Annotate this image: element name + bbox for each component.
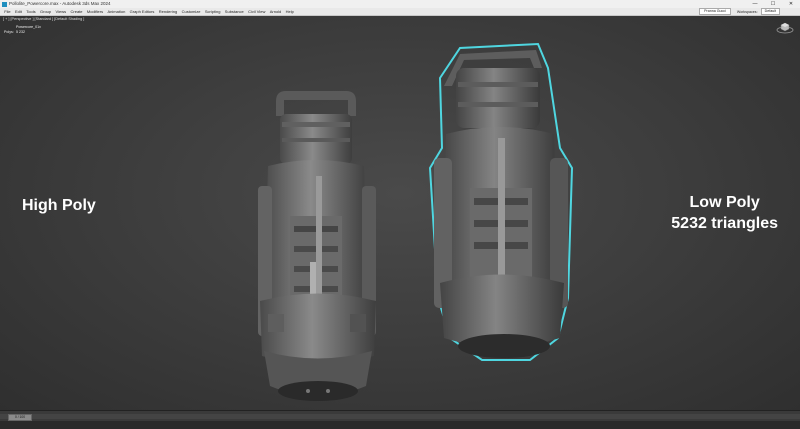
- window-title: Pollolite_Powercore.max - Autodesk 3ds M…: [9, 1, 111, 6]
- menu-item-edit[interactable]: Edit: [13, 8, 24, 15]
- workspaces-label: Workspaces:: [736, 9, 758, 14]
- menu-item-views[interactable]: Views: [53, 8, 68, 15]
- menu-item-rendering[interactable]: Rendering: [157, 8, 180, 15]
- menu-item-group[interactable]: Group: [38, 8, 54, 15]
- menu-item-graph-editors[interactable]: Graph Editors: [127, 8, 156, 15]
- workspaces-dropdown[interactable]: Default: [760, 8, 780, 15]
- menu-item-tools[interactable]: Tools: [24, 8, 38, 15]
- low-poly-title: Low Poly: [689, 194, 760, 211]
- menu-items: File Edit Tools Group Views Create Modifiers An…: [2, 8, 296, 15]
- menu-item-arnold[interactable]: Arnold: [268, 8, 284, 15]
- menu-item-file[interactable]: File: [2, 8, 13, 15]
- menu-bar: File Edit Tools Group Views Create Modifiers An…: [0, 8, 800, 16]
- timeline: 0 / 100: [0, 410, 800, 429]
- menu-item-create[interactable]: Create: [68, 8, 84, 15]
- stats-polys-label: Polys:: [4, 30, 14, 34]
- viewport-label[interactable]: [ + ] [Perspective ] [Standard ] [Defaul…: [3, 17, 84, 21]
- low-poly-model[interactable]: [420, 38, 590, 378]
- menu-item-animation[interactable]: Animation: [105, 8, 127, 15]
- title-bar: Pollolite_Powercore.max - Autodesk 3ds M…: [0, 0, 800, 8]
- time-slider[interactable]: 0 / 100: [8, 414, 32, 421]
- app-logo-icon: [2, 1, 7, 7]
- sign-in-button[interactable]: Pranna Gucci: [699, 8, 731, 15]
- perspective-viewport[interactable]: [ + ] [Perspective ] [Standard ] [Defaul…: [0, 16, 800, 410]
- close-button[interactable]: ✕: [782, 0, 800, 8]
- menu-item-civil-view[interactable]: Civil View: [246, 8, 268, 15]
- low-poly-triangles: 5232 triangles: [671, 215, 778, 232]
- menu-item-scripting[interactable]: Scripting: [203, 8, 223, 15]
- time-slider-track[interactable]: [0, 414, 800, 419]
- menu-item-modifiers[interactable]: Modifiers: [85, 8, 106, 15]
- stats-polys-value: 5 232: [16, 30, 25, 34]
- menu-item-help[interactable]: Help: [283, 8, 296, 15]
- menu-item-substance[interactable]: Substance: [223, 8, 246, 15]
- low-poly-caption: Low Poly 5232 triangles: [671, 192, 778, 234]
- menu-item-customize[interactable]: Customize: [179, 8, 202, 15]
- menu-right: Pranna Gucci Workspaces: Default: [699, 8, 780, 15]
- high-poly-caption: High Poly: [22, 197, 96, 214]
- maximize-button[interactable]: ☐: [764, 0, 782, 8]
- viewport-statistics: Powercore_01x Polys: 5 232: [4, 25, 41, 35]
- high-poly-model[interactable]: [238, 86, 398, 406]
- minimize-button[interactable]: —: [746, 0, 764, 8]
- viewcube-icon[interactable]: [776, 22, 794, 34]
